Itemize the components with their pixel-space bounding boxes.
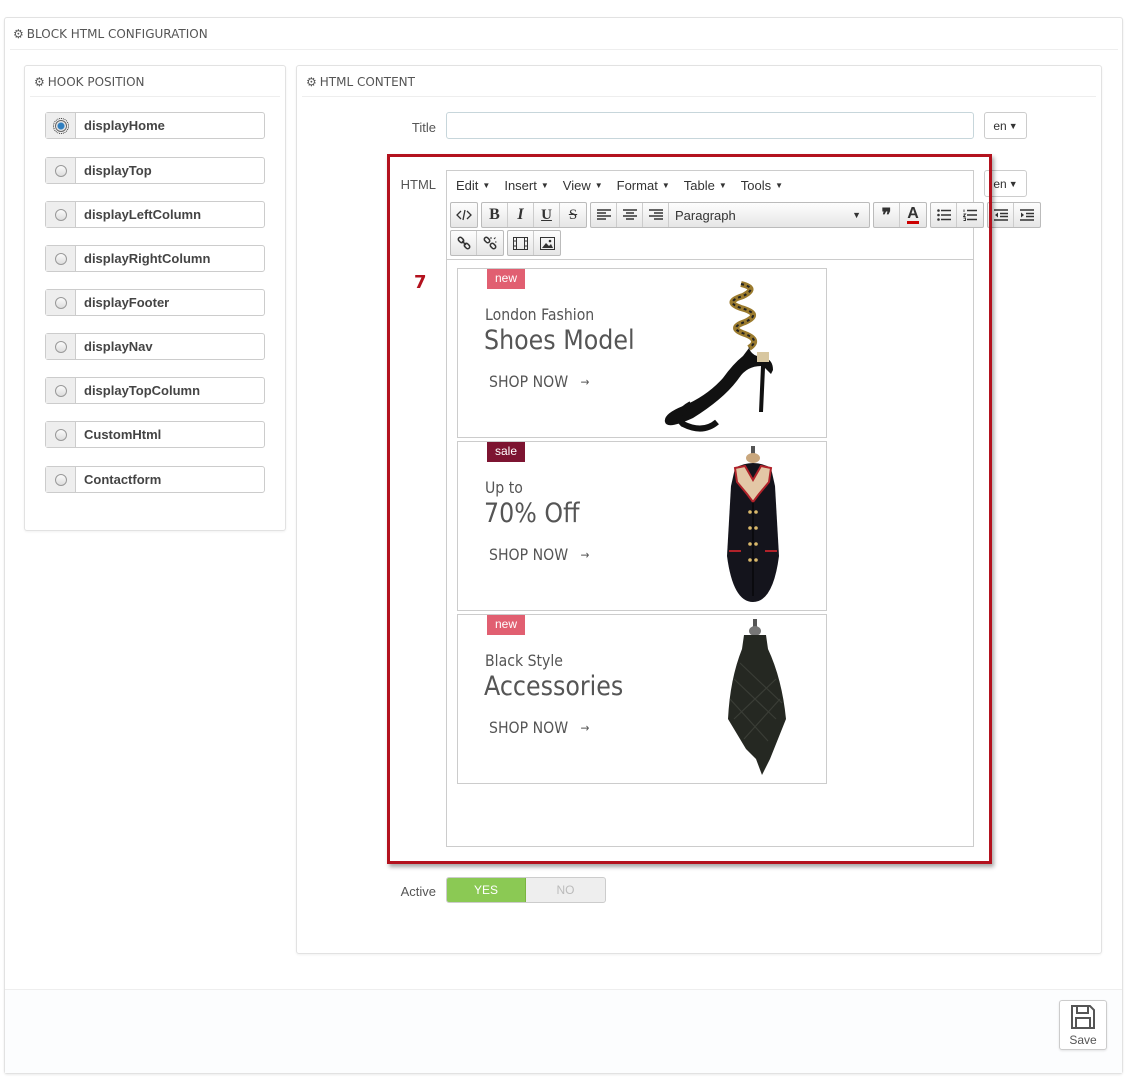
hook-option-displayfooter[interactable]: displayFooter: [45, 289, 265, 316]
radio-button[interactable]: [54, 384, 67, 397]
highlight-annotation-box: [387, 154, 992, 864]
hook-label: displayFooter: [84, 295, 170, 310]
hook-panel-heading: ⚙ HOOK POSITION: [34, 75, 145, 89]
radio-cell: [46, 202, 76, 227]
language-code: en: [993, 176, 1007, 191]
hook-option-displayrightcolumn[interactable]: displayRightColumn: [45, 245, 265, 272]
hook-label: displayLeftColumn: [84, 207, 202, 222]
hook-panel-heading-text: HOOK POSITION: [47, 75, 145, 89]
radio-cell: [46, 378, 76, 403]
radio-button[interactable]: [54, 473, 67, 486]
divider: [30, 96, 280, 97]
title-language-dropdown[interactable]: en ▼: [984, 112, 1027, 139]
radio-cell: [46, 290, 76, 315]
radio-button[interactable]: [54, 296, 67, 309]
active-label: Active: [400, 884, 436, 899]
hook-option-displayleftcolumn[interactable]: displayLeftColumn: [45, 201, 265, 228]
radio-cell: [46, 113, 76, 138]
radio-cell: [46, 246, 76, 271]
gear-icon: ⚙: [306, 75, 317, 89]
hook-label: displayHome: [84, 118, 165, 133]
hook-option-customhtml[interactable]: CustomHtml: [45, 421, 265, 448]
hook-option-displaytopcolumn[interactable]: displayTopColumn: [45, 377, 265, 404]
language-code: en: [993, 118, 1007, 133]
save-label: Save: [1069, 1032, 1097, 1047]
hook-label: Contactform: [84, 472, 162, 487]
panel-footer: [5, 989, 1122, 1073]
hook-label: displayNav: [84, 339, 153, 354]
hook-option-contactform[interactable]: Contactform: [45, 466, 265, 493]
caret-down-icon: ▼: [1008, 178, 1018, 189]
radio-cell: [46, 158, 76, 183]
radio-cell: [46, 467, 76, 492]
active-toggle[interactable]: YES NO: [446, 877, 606, 903]
hook-option-displaynav[interactable]: displayNav: [45, 333, 265, 360]
indent-icon[interactable]: [1014, 203, 1040, 227]
caret-down-icon: ▼: [1008, 120, 1018, 131]
radio-button[interactable]: [54, 208, 67, 221]
gear-icon: ⚙: [34, 75, 45, 89]
indent-group: [987, 202, 1041, 228]
divider: [10, 49, 1118, 50]
gear-icon: ⚙: [13, 27, 24, 41]
html-panel-heading-text: HTML CONTENT: [319, 75, 415, 89]
step-number: 7: [414, 272, 427, 293]
active-no-option[interactable]: NO: [526, 878, 605, 902]
hook-label: CustomHtml: [84, 427, 162, 442]
hook-label: displayTopColumn: [84, 383, 201, 398]
radio-cell: [46, 422, 76, 447]
radio-cell: [46, 334, 76, 359]
main-panel-heading-text: BLOCK HTML CONFIGURATION: [26, 27, 208, 41]
radio-button[interactable]: [52, 117, 69, 134]
html-panel-heading: ⚙ HTML CONTENT: [306, 75, 415, 89]
divider: [302, 96, 1096, 97]
radio-button[interactable]: [54, 252, 67, 265]
active-yes-option[interactable]: YES: [447, 878, 526, 902]
title-label: Title: [411, 120, 436, 135]
radio-button[interactable]: [54, 428, 67, 441]
hook-label: displayTop: [84, 163, 152, 178]
save-button[interactable]: Save: [1059, 1000, 1107, 1050]
radio-button[interactable]: [54, 164, 67, 177]
title-input[interactable]: [446, 112, 974, 139]
radio-button[interactable]: [54, 340, 67, 353]
hook-label: displayRightColumn: [84, 251, 211, 266]
main-panel-heading: ⚙ BLOCK HTML CONFIGURATION: [13, 27, 208, 41]
hook-option-displayhome[interactable]: displayHome: [45, 112, 265, 139]
floppy-disk-icon: [1071, 1004, 1095, 1029]
hook-option-displaytop[interactable]: displayTop: [45, 157, 265, 184]
